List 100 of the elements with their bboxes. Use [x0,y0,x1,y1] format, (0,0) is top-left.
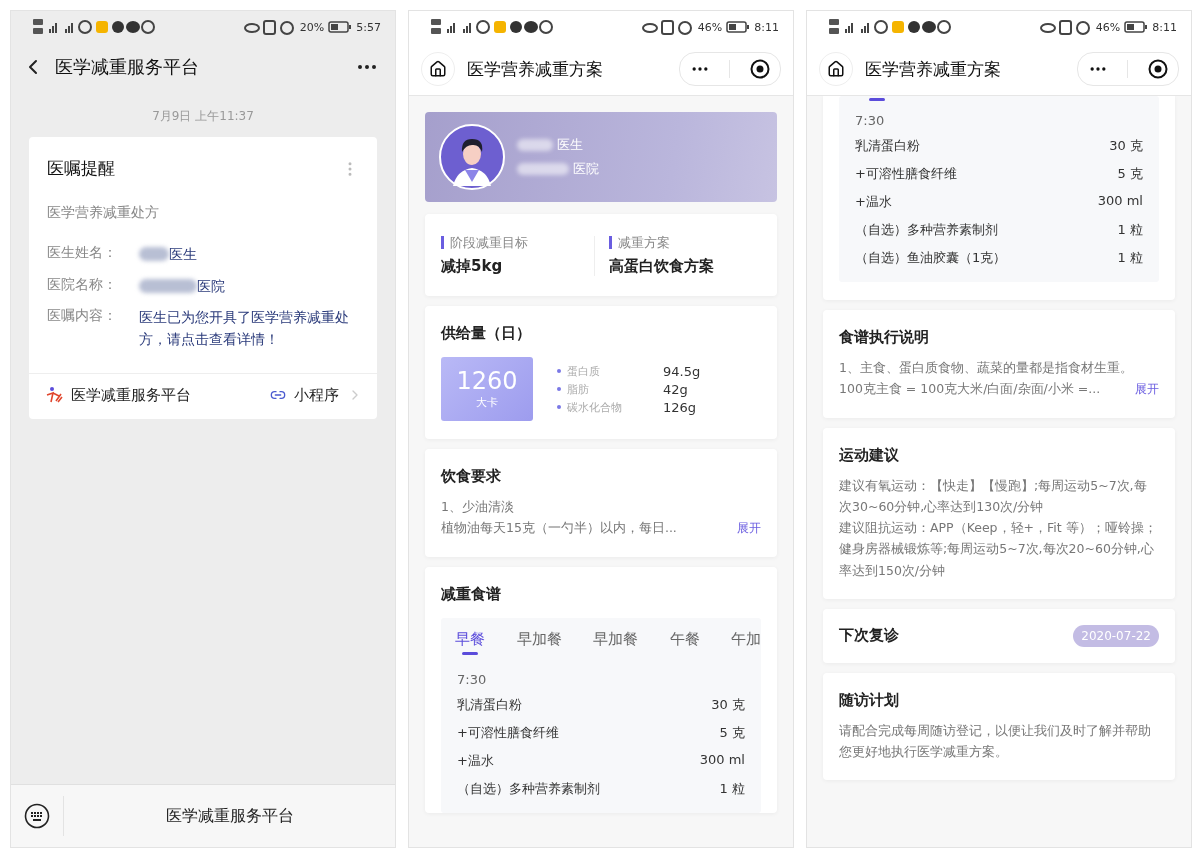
battery-percent: 46% [697,20,723,34]
food-amount: 5 克 [719,723,745,742]
message-timestamp: 7月9日 上午11:37 [152,109,254,123]
card-title: 医嘱提醒 [47,157,115,180]
battery-icon [1124,21,1149,33]
target-icon[interactable] [750,59,771,79]
bullet-dot [557,369,561,373]
card-title: 随访计划 [839,690,900,710]
page-title: 医学营养减重方案 [467,57,604,81]
nav-title: 医学减重服务平台 [55,55,200,79]
bullet-dot [557,405,561,409]
expand-link[interactable]: 展开 [1135,381,1159,399]
status-icons-drawing [243,19,296,35]
mini-program-label: 小程序 [294,385,339,405]
home-icon [827,60,845,78]
home-icon [429,60,447,78]
nutrient-name: 脂肪 [567,381,590,397]
nutrient-name: 碳水化合物 [567,399,623,415]
battery-percent: 20% [299,20,325,34]
meal-tab[interactable]: 午餐 [669,629,700,660]
doctor-name: 医生 [557,136,583,154]
avatar-silhouette [439,124,505,190]
food-name: +温水 [457,751,494,770]
food-amount: 30 克 [711,695,745,714]
capsule-menu[interactable] [679,52,781,86]
home-button[interactable] [421,52,455,86]
calorie-unit: 大卡 [476,394,498,410]
field-value: 医生已为您开具了医学营养减重处方，请点击查看详情！ [139,308,350,350]
battery-percent: 46% [1095,20,1121,34]
nutrient-amount: 42g [663,381,689,397]
blurred-text [517,163,569,175]
hospital-name: 医院 [573,160,599,178]
meal-tab[interactable]: 午加 [731,629,761,660]
food-amount: 1 粒 [1117,221,1143,239]
meal-time: 7:30 [456,670,488,689]
card-text: 植物油每天15克（一勺半）以内，每日... [441,519,677,538]
bullet-dot [557,387,561,391]
status-icons-drawing [641,19,694,35]
blurred-text [517,139,553,151]
keyboard-icon[interactable] [24,803,50,829]
nutrient-amount: 94.5g [663,363,701,379]
card-text: 1、主食、蛋白质食物、蔬菜的量都是指食材生重。 [839,359,1134,377]
field-label: 医院名称： [47,275,118,294]
food-amount: 30 克 [1109,137,1143,155]
meal-tab[interactable]: 早加餐 [593,629,638,660]
food-name: +温水 [855,193,892,211]
field-value: 医生 [169,245,197,264]
status-icons-drawing [1039,19,1092,35]
card-title: 减重食谱 [441,584,502,604]
food-amount: 1 粒 [1117,249,1143,267]
goal-value: 高蛋白饮食方案 [608,257,715,276]
card-title: 饮食要求 [441,467,502,486]
food-amount: 1 粒 [719,779,745,798]
goal-label: 阶段减重目标 [441,236,594,249]
goal-value: 减掉5kg [441,257,504,276]
food-name: 乳清蛋白粉 [457,695,522,714]
field-label: 医嘱内容： [47,307,118,326]
nutrient-amount: 126g [663,399,698,415]
field-value: 医院 [197,276,225,296]
meal-tab[interactable]: 早餐 [455,629,485,660]
goal-label: 减重方案 [608,236,761,249]
logo-icon [45,386,63,405]
food-name: 乳清蛋白粉 [855,137,920,155]
calorie-value: 1260 [456,368,518,395]
card-text: 1、少油清淡 [441,498,515,516]
meal-time: 7:30 [854,112,886,130]
food-name: +可溶性膳食纤维 [457,723,559,742]
battery-icon [328,21,353,33]
blurred-text [139,278,197,293]
card-title: 供给量（日） [441,324,532,343]
food-name: +可溶性膳食纤维 [855,165,957,183]
message-card[interactable]: 医嘱提醒 医学营养减重处方 医生姓名： 医生 医院名称： 医院 医嘱内容： 医生已为您开具了医学营养减重处方，请点击查看详情！ 医学减重服务平台 小程序 [29,137,377,419]
food-name: （自选）多种营养素制剂 [457,779,600,798]
target-icon[interactable] [1148,59,1169,79]
blurred-text [139,247,169,261]
food-amount: 300 ml [1097,193,1143,210]
capsule-menu[interactable] [1077,52,1179,86]
status-time: 8:11 [754,20,779,34]
card-text: 建议有氧运动：【快走】【慢跑】;每周运动5~7次,每次30~60分钟,心率达到130次/分钟 [839,476,1148,516]
food-amount: 300 ml [699,751,745,769]
source-name: 医学减重服务平台 [71,385,192,405]
status-time: 5:57 [356,20,381,34]
nutrient-name: 蛋白质 [567,363,601,379]
battery-icon [726,21,751,33]
tab-indicator [869,98,885,101]
expand-link[interactable]: 展开 [737,520,761,538]
food-name: （自选）多种营养素制剂 [855,221,998,239]
card-subtitle: 医学营养减重处方 [46,203,160,222]
food-name: （自选）鱼油胶囊（1克） [855,249,1007,267]
card-text: 100克主食 = 100克大米/白面/杂面/小米 =... [839,380,1101,399]
page-title: 医学营养减重方案 [865,57,1002,81]
meal-tab[interactable]: 早加餐 [516,629,562,660]
card-title: 食谱执行说明 [839,328,930,347]
date-badge: 2020-07-22 [1073,624,1159,647]
card-text: 建议阻抗运动：APP（Keep，轻+，Fit 等）；哑铃操；健身房器械锻炼等;每周运动5~7次,每次20~60分钟,心率达到150次/分钟 [839,519,1158,580]
card-title: 下次复诊 [839,626,899,646]
status-time: 8:11 [1152,20,1177,34]
card-title: 运动建议 [839,445,900,465]
card-text: 请配合完成每周随访登记，以便让我们及时了解并帮助您更好地执行医学减重方案。 [839,721,1152,761]
home-button[interactable] [819,52,853,86]
